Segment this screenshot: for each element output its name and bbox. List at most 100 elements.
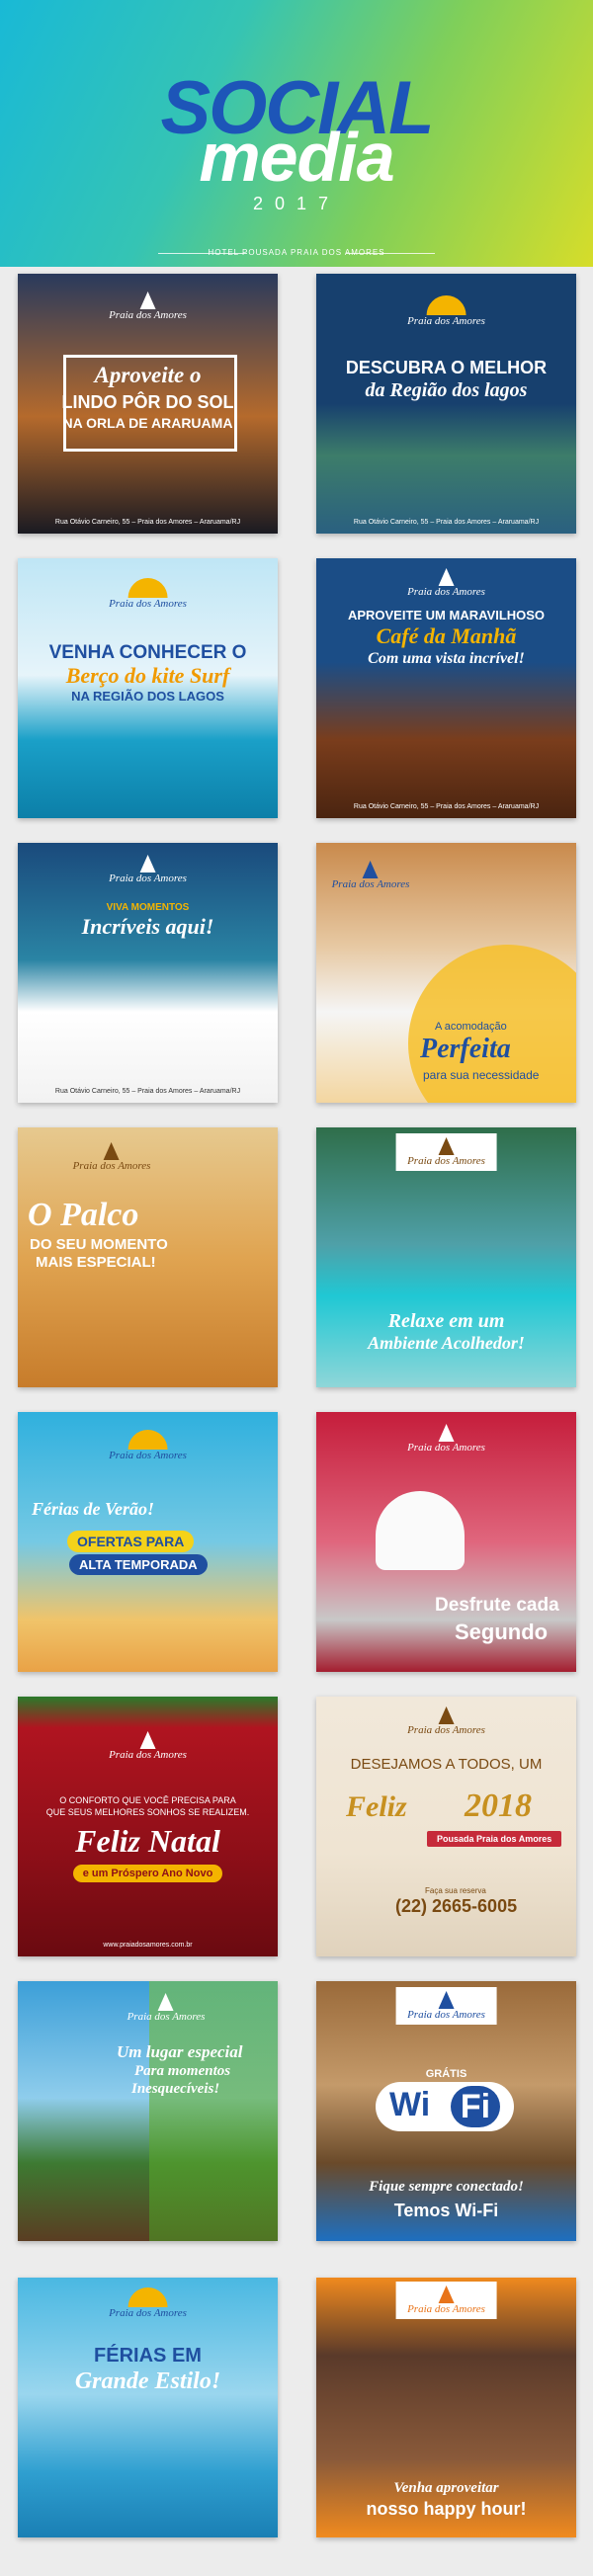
logo-name: Praia dos Amores xyxy=(109,1450,187,1461)
sailboat-icon xyxy=(139,855,156,873)
logo: Praia dos Amores xyxy=(331,861,410,890)
logo: Praia dos Amores xyxy=(109,291,187,321)
post-headline: DESEJAMOS A TODOS, UM xyxy=(350,1756,543,1773)
post-subheadline: Perfeita xyxy=(420,1034,511,1064)
logo: Praia dos Amores xyxy=(127,1993,206,2023)
logo-name: Praia dos Amores xyxy=(109,873,187,884)
address-text: Rua Otávio Carneiro, 55 – Praia dos Amor… xyxy=(54,519,241,526)
logo-name: Praia dos Amores xyxy=(72,1160,151,1172)
post-tagline: para sua necessidade xyxy=(423,1068,540,1082)
post-card-pool: Praia dos Amores Relaxe em um Ambiente A… xyxy=(316,1127,576,1387)
logo: Praia dos Amores xyxy=(407,1706,485,1736)
sailboat-icon xyxy=(438,1137,455,1155)
post-subheadline: nosso happy hour! xyxy=(366,2499,527,2519)
post-tagline: Inesquecíveis! xyxy=(131,2081,220,2097)
post-card-special-place: Praia dos Amores Um lugar especial Para … xyxy=(18,1981,278,2241)
logo-name: Praia dos Amores xyxy=(127,2011,206,2023)
post-card-christmas: Praia dos Amores O CONFORTO QUE VOCÊ PRE… xyxy=(18,1697,278,1956)
post-subheadline: Grande Estilo! xyxy=(74,2368,221,2394)
address-text: Rua Otávio Carneiro, 55 – Praia dos Amor… xyxy=(353,803,540,810)
header-year: 2017 xyxy=(252,194,341,213)
post-card-happy-hour: Praia dos Amores Venha aproveitar nosso … xyxy=(316,2278,576,2537)
logo: Praia dos Amores xyxy=(72,1142,151,1172)
sun-icon xyxy=(127,578,168,598)
header-subtitle: HOTEL POUSADA PRAIA DOS AMORES xyxy=(208,248,385,257)
post-headline: Aproveite o xyxy=(94,363,202,387)
post-headline: Desfrute cada xyxy=(435,1595,559,1616)
offer-line-2: ALTA TEMPORADA xyxy=(69,1554,208,1575)
post-headline: APROVEITE UM MARAVILHOSO xyxy=(347,608,546,623)
post-tagline: MAIS ESPECIAL! xyxy=(36,1254,156,1271)
post-card-room: Praia dos Amores A acomodação Perfeita p… xyxy=(316,843,576,1103)
logo-name: Praia dos Amores xyxy=(109,598,187,610)
post-subheadline: Para momentos xyxy=(134,2063,231,2079)
sailboat-icon xyxy=(158,1993,174,2011)
logo-name: Praia dos Amores xyxy=(109,1749,187,1761)
brand-ribbon: Pousada Praia dos Amores xyxy=(427,1831,562,1847)
towel-swan-shape xyxy=(376,1491,465,1570)
logo: Praia dos Amores xyxy=(109,855,187,884)
offer-line: OFERTAS PARA xyxy=(67,1531,195,1552)
post-subheadline: Incríveis aqui! xyxy=(81,914,214,939)
logo: Praia dos Amores xyxy=(109,2287,187,2319)
post-headline: O Palco xyxy=(28,1197,139,1233)
post-card-sunset: Praia dos Amores Aproveite o LINDO PÔR D… xyxy=(18,274,278,534)
address-text: Rua Otávio Carneiro, 55 – Praia dos Amor… xyxy=(54,1088,241,1095)
post-tagline: Com uma vista incrível! xyxy=(368,650,525,667)
post-card-moments: Praia dos Amores VIVA MOMENTOS Incríveis… xyxy=(18,843,278,1103)
logo: Praia dos Amores xyxy=(109,1430,187,1461)
post-headline: DESCUBRA O MELHOR xyxy=(345,358,548,377)
post-subheadline: da Região dos lagos xyxy=(365,379,528,401)
post-offer-badge-2: ALTA TEMPORADA xyxy=(69,1554,208,1575)
feliz-text: Feliz xyxy=(346,1790,407,1823)
post-subheadline: LINDO PÔR DO SOL xyxy=(61,392,234,412)
header-banner: SOCIAL media 2017 HOTEL POUSADA PRAIA DO… xyxy=(0,0,593,267)
sailboat-icon xyxy=(438,2285,455,2303)
logo: Praia dos Amores xyxy=(407,295,485,327)
logo: Praia dos Amores xyxy=(407,1424,485,1454)
logo-name: Praia dos Amores xyxy=(331,878,410,890)
ribbon-text: Pousada Praia dos Amores xyxy=(427,1831,562,1847)
header-title-media: media xyxy=(199,119,394,196)
post-subheadline: Ambiente Acolhedor! xyxy=(368,1333,525,1353)
sailboat-icon xyxy=(438,1706,455,1724)
logo-name: Praia dos Amores xyxy=(407,586,485,598)
sun-icon xyxy=(127,1430,168,1450)
post-headline: Férias de Verão! xyxy=(32,1499,155,1519)
wifi-text-fi: Fi xyxy=(451,2086,500,2127)
post-text-1: O CONFORTO QUE VOCÊ PRECISA PARA xyxy=(59,1795,236,1805)
post-tagline: NA REGIÃO DOS LAGOS xyxy=(71,689,224,704)
post-card-towel-swans: Praia dos Amores Desfrute cada Segundo xyxy=(316,1412,576,1672)
reserve-label: Faça sua reserva xyxy=(425,1886,486,1895)
logo-name: Praia dos Amores xyxy=(407,315,485,327)
post-offer-badge: OFERTAS PARA xyxy=(67,1531,195,1552)
logo: Praia dos Amores xyxy=(395,1987,497,2025)
wifi-text-wi: Wi xyxy=(389,2086,431,2123)
post-tagline: NA ORLA DE ARARUAMA xyxy=(62,415,233,431)
logo: Praia dos Amores xyxy=(109,578,187,610)
logo: Praia dos Amores xyxy=(395,2282,497,2319)
logo: Praia dos Amores xyxy=(109,1731,187,1761)
wifi-badge: Wi Fi xyxy=(376,2082,514,2131)
logo-name: Praia dos Amores xyxy=(109,309,187,321)
sailboat-icon xyxy=(104,1142,120,1160)
post-card-breakfast: Praia dos Amores APROVEITE UM MARAVILHOS… xyxy=(316,558,576,818)
post-headline: Venha aproveitar xyxy=(393,2480,499,2496)
sailboat-icon xyxy=(438,1991,455,2009)
logo-name: Praia dos Amores xyxy=(407,1155,485,1167)
logo-name: Praia dos Amores xyxy=(407,1724,485,1736)
logo-name: Praia dos Amores xyxy=(109,2307,187,2319)
post-headline: FÉRIAS EM xyxy=(94,2345,202,2367)
sailboat-icon xyxy=(363,861,379,878)
post-card-summer: Praia dos Amores Férias de Verão! OFERTA… xyxy=(18,1412,278,1672)
address-text: Rua Otávio Carneiro, 55 – Praia dos Amor… xyxy=(353,519,540,526)
post-headline: Um lugar especial xyxy=(117,2042,243,2061)
post-headline: VENHA CONHECER O xyxy=(48,642,247,663)
post-headline: A acomodação xyxy=(435,1021,507,1033)
logo-name: Praia dos Amores xyxy=(407,2303,485,2315)
post-card-wedding: Praia dos Amores O Palco DO SEU MOMENTO … xyxy=(18,1127,278,1387)
post-card-kitesurf: Praia dos Amores VENHA CONHECER O Berço … xyxy=(18,558,278,818)
post-subheadline: Berço do kite Surf xyxy=(65,663,230,688)
post-headline: Relaxe em um xyxy=(387,1310,505,1332)
portfolio-page: SOCIAL media 2017 HOTEL POUSADA PRAIA DO… xyxy=(0,0,593,2576)
